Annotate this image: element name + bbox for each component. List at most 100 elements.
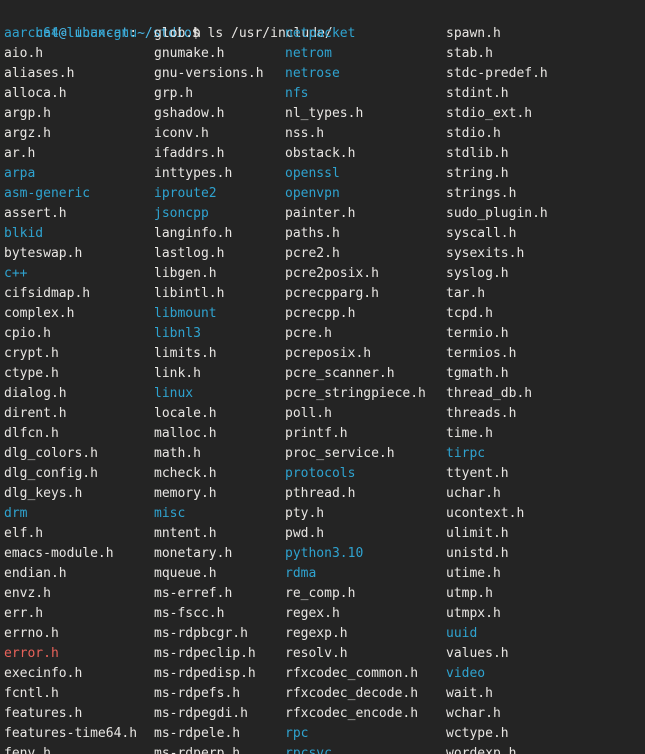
listing-file: termios.h: [446, 346, 517, 361]
listing-file: pcrecpp.h: [285, 306, 356, 321]
listing-file: mcheck.h: [154, 466, 217, 481]
listing-row: execinfo.h ms-rdpedisp.h rfxcodec_common.h…: [4, 664, 645, 684]
listing-file: argz.h: [4, 126, 51, 141]
listing-file: pwd.h: [285, 526, 325, 541]
listing-directory: libmount: [154, 306, 217, 321]
listing-file: stab.h: [446, 46, 493, 61]
listing-file: byteswap.h: [4, 246, 83, 261]
listing-row: byteswap.h lastlog.h pcre2.h sysexits.h: [4, 244, 645, 264]
listing-file: pcre_stringpiece.h: [285, 386, 426, 401]
listing-directory: video: [446, 666, 486, 681]
listing-file: ms-rdpedisp.h: [154, 666, 256, 681]
listing-row: endian.h mqueue.h rdma utime.h: [4, 564, 645, 584]
listing-file: endian.h: [4, 566, 67, 581]
listing-file: rfxcodec_decode.h: [285, 686, 419, 701]
listing-file: ms-fscc.h: [154, 606, 225, 621]
listing-file: stdio_ext.h: [446, 106, 533, 121]
listing-file: pcre2posix.h: [285, 266, 379, 281]
listing-file: aio.h: [4, 46, 44, 61]
listing-file: pcre_scanner.h: [285, 366, 395, 381]
listing-file: uchar.h: [446, 486, 501, 501]
listing-file: dlg_keys.h: [4, 486, 83, 501]
listing-row: fenv.h ms-rdperp.h rpcsvc wordexp.h: [4, 744, 645, 754]
listing-row: err.h ms-fscc.h regex.h utmpx.h: [4, 604, 645, 624]
listing-row: errno.h ms-rdpbcgr.h regexp.h uuid: [4, 624, 645, 644]
listing-file: proc_service.h: [285, 446, 395, 461]
listing-row: argp.h gshadow.h nl_types.h stdio_ext.h: [4, 104, 645, 124]
listing-row: cpio.h libnl3 pcre.h termio.h: [4, 324, 645, 344]
listing-directory: rdma: [285, 566, 317, 581]
listing-directory: nfs: [285, 86, 309, 101]
listing-row: complex.h libmount pcrecpp.h tcpd.h: [4, 304, 645, 324]
listing-file: stdio.h: [446, 126, 501, 141]
listing-file: regex.h: [285, 606, 340, 621]
listing-file: sudo_plugin.h: [446, 206, 548, 221]
listing-file: string.h: [446, 166, 509, 181]
listing-file: ms-rdpegdi.h: [154, 706, 248, 721]
listing-row: blkid langinfo.h paths.h syscall.h: [4, 224, 645, 244]
listing-file: syscall.h: [446, 226, 517, 241]
listing-file: libgen.h: [154, 266, 217, 281]
listing-file: nss.h: [285, 126, 325, 141]
listing-row: aio.h gnumake.h netrom stab.h: [4, 44, 645, 64]
listing-file: argp.h: [4, 106, 51, 121]
listing-directory: arpa: [4, 166, 36, 181]
listing-row: cifsidmap.h libintl.h pcrecpparg.h tar.h: [4, 284, 645, 304]
listing-file: memory.h: [154, 486, 217, 501]
listing-file: err.h: [4, 606, 44, 621]
listing-row: envz.h ms-erref.h re_comp.h utmp.h: [4, 584, 645, 604]
terminal-window[interactable]: cat@lubancat:~/stdio$ ls /usr/include/ a…: [0, 0, 645, 754]
listing-file: ms-rdpefs.h: [154, 686, 241, 701]
listing-directory: linux: [154, 386, 194, 401]
listing-row: features-time64.h ms-rdpele.h rpc wctype.h: [4, 724, 645, 744]
listing-row: fcntl.h ms-rdpefs.h rfxcodec_decode.h wait.…: [4, 684, 645, 704]
listing-file: stdc-predef.h: [446, 66, 548, 81]
listing-directory: c++: [4, 266, 28, 281]
listing-file: gnu-versions.h: [154, 66, 264, 81]
listing-row: dlg_colors.h math.h proc_service.h tirpc: [4, 444, 645, 464]
listing-file: threads.h: [446, 406, 517, 421]
listing-directory: jsoncpp: [154, 206, 209, 221]
listing-file: errno.h: [4, 626, 59, 641]
listing-file: features.h: [4, 706, 83, 721]
listing-directory: rpc: [285, 726, 309, 741]
listing-file: link.h: [154, 366, 201, 381]
listing-file: dlg_colors.h: [4, 446, 98, 461]
listing-file: mntent.h: [154, 526, 217, 541]
listing-directory: python3.10: [285, 546, 364, 561]
listing-file: math.h: [154, 446, 201, 461]
listing-directory: asm-generic: [4, 186, 91, 201]
listing-file: paths.h: [285, 226, 340, 241]
command-prompt-line: cat@lubancat:~/stdio$ ls /usr/include/: [4, 4, 645, 41]
listing-row: dlg_keys.h memory.h pthread.h uchar.h: [4, 484, 645, 504]
listing-file: wctype.h: [446, 726, 509, 741]
listing-row: dialog.h linux pcre_stringpiece.h thread_db…: [4, 384, 645, 404]
listing-file: printf.h: [285, 426, 348, 441]
listing-row: emacs-module.h monetary.h python3.10 unistd…: [4, 544, 645, 564]
listing-file: pcrecpparg.h: [285, 286, 379, 301]
listing-file: utmp.h: [446, 586, 493, 601]
listing-file: painter.h: [285, 206, 356, 221]
listing-file: dialog.h: [4, 386, 67, 401]
listing-file: aliases.h: [4, 66, 75, 81]
listing-file: time.h: [446, 426, 493, 441]
listing-file: tgmath.h: [446, 366, 509, 381]
listing-file: features-time64.h: [4, 726, 138, 741]
listing-file: assert.h: [4, 206, 67, 221]
listing-file: iconv.h: [154, 126, 209, 141]
listing-row: dlfcn.h malloc.h printf.h time.h: [4, 424, 645, 444]
listing-file: rfxcodec_encode.h: [285, 706, 419, 721]
listing-row: aliases.h gnu-versions.h netrose stdc-prede…: [4, 64, 645, 84]
listing-file: ms-rdpbcgr.h: [154, 626, 248, 641]
listing-directory: openssl: [285, 166, 340, 181]
listing-file: utime.h: [446, 566, 501, 581]
listing-row: argz.h iconv.h nss.h stdio.h: [4, 124, 645, 144]
listing-file: dlfcn.h: [4, 426, 59, 441]
listing-file: complex.h: [4, 306, 75, 321]
listing-file: monetary.h: [154, 546, 233, 561]
listing-file: libintl.h: [154, 286, 225, 301]
listing-file: alloca.h: [4, 86, 67, 101]
listing-file: limits.h: [154, 346, 217, 361]
listing-file: elf.h: [4, 526, 44, 541]
listing-file: poll.h: [285, 406, 332, 421]
